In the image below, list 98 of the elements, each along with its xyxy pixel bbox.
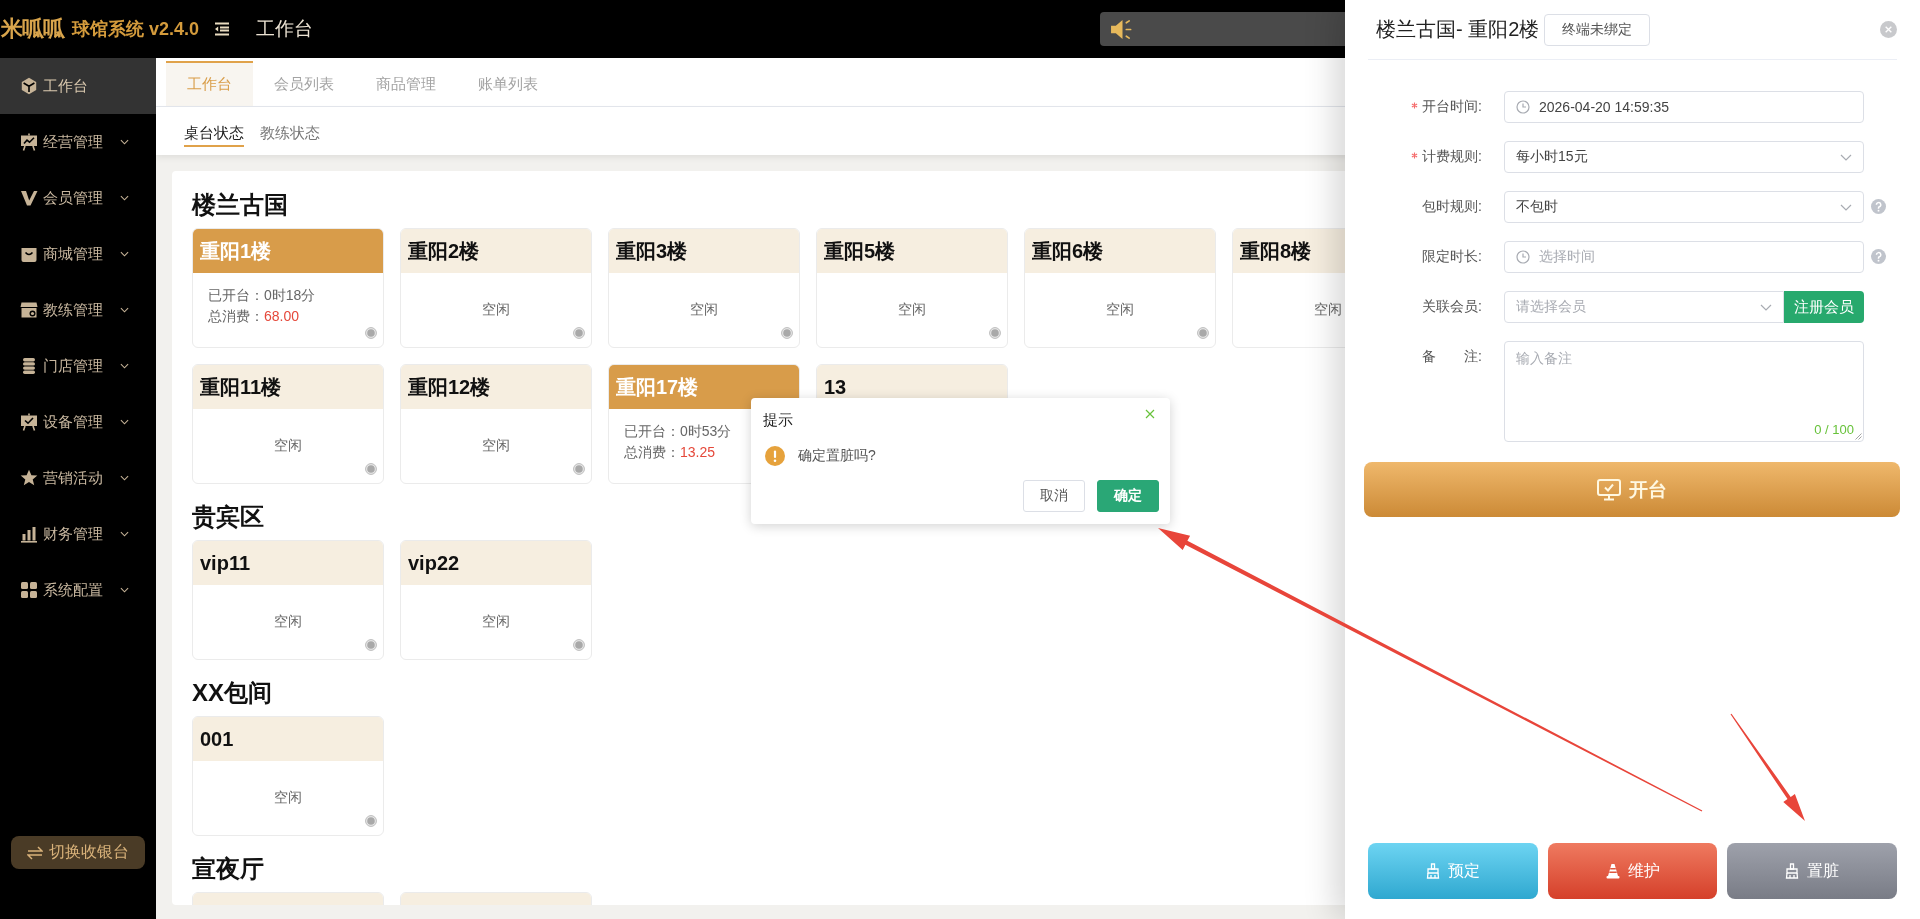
table-card[interactable]: 重阳1楼 已开台：0时18分 总消费：68.00 — [192, 228, 384, 348]
sidebar-item[interactable]: 门店管理 — [0, 338, 156, 394]
cube-icon — [20, 77, 38, 95]
resize-handle-icon[interactable] — [1855, 433, 1862, 440]
status-text: 空闲 — [1314, 301, 1342, 319]
field-label: 包时规则: — [1422, 198, 1482, 216]
card-header: vip22 — [401, 541, 591, 585]
drawer-title: 楼兰古国- 重阳2楼 — [1376, 17, 1540, 42]
select-field[interactable]: 不包时 — [1504, 191, 1864, 223]
app-title: 球馆系统 v2.4.0 — [72, 18, 200, 41]
status-text: 空闲 — [482, 437, 510, 455]
field-label: 限定时长: — [1422, 248, 1482, 266]
status-text: 空闲 — [274, 613, 302, 631]
table-card[interactable]: 重阳2楼 空闲 — [400, 228, 592, 348]
table-card[interactable]: 重阳12楼 空闲 — [400, 364, 592, 484]
board-check-icon — [20, 413, 38, 431]
table-card[interactable]: 重阳6楼 空闲 — [1024, 228, 1216, 348]
sidebar-item[interactable]: 营销活动 — [0, 450, 156, 506]
card-header: 001 — [193, 717, 383, 761]
chevron-down-icon — [1840, 203, 1852, 211]
sub-tab[interactable]: 教练状态 — [260, 119, 320, 147]
status-text: 空闲 — [690, 301, 718, 319]
monitor-check-icon — [1597, 478, 1621, 501]
card-detail: 总消费：13.25 — [624, 443, 716, 462]
close-icon[interactable] — [1145, 409, 1155, 419]
bar-chart-icon — [20, 525, 38, 543]
clock-icon — [1516, 100, 1530, 114]
logo: 米呱呱 — [1, 15, 64, 43]
table-card[interactable]: vip22 空闲 — [400, 540, 592, 660]
card-header: 重阳17楼 — [609, 365, 799, 409]
menu-collapse-icon[interactable] — [214, 22, 231, 36]
storefront-icon — [20, 301, 38, 319]
table-card[interactable]: 重阳3楼 空闲 — [608, 228, 800, 348]
field-label: 开台时间: — [1422, 98, 1482, 116]
card-detail: 总消费：68.00 — [208, 307, 300, 326]
popover-message: 确定置脏吗? — [798, 447, 876, 465]
char-counter: 0 / 100 — [1814, 422, 1854, 437]
card-detail: 已开台：0时53分 — [624, 422, 732, 441]
time-picker-field[interactable]: 2026-04-20 14:59:35 — [1504, 91, 1864, 123]
v-shape-icon — [20, 189, 38, 207]
close-icon[interactable] — [1880, 21, 1897, 38]
coin-stack-icon — [20, 357, 38, 375]
status-text: 空闲 — [274, 437, 302, 455]
star-icon — [20, 469, 38, 487]
card-header: 重阳1楼 — [193, 229, 383, 273]
chevron-down-icon — [1840, 153, 1852, 161]
easel-chart-icon — [20, 133, 38, 151]
card-header: 重阳11楼 — [193, 365, 383, 409]
sidebar-item[interactable]: 财务管理 — [0, 506, 156, 562]
sidebar-item[interactable]: 经营管理 — [0, 114, 156, 170]
section-title: 楼兰古国 — [192, 190, 288, 220]
section-title: 贵宾区 — [192, 502, 264, 532]
section-title: XX包间 — [192, 678, 272, 708]
field-label: 关联会员: — [1422, 298, 1482, 316]
swap-arrows-icon — [27, 845, 43, 860]
sidebar-item[interactable]: 系统配置 — [0, 562, 156, 618]
card-header: 重阳5楼 — [817, 229, 1007, 273]
status-text: 空闲 — [898, 301, 926, 319]
card-header: 重阳2楼 — [401, 229, 591, 273]
card-header: 重阳6楼 — [1025, 229, 1215, 273]
status-tag: 终端未绑定 — [1544, 13, 1651, 46]
table-card[interactable]: 重阳11楼 空闲 — [192, 364, 384, 484]
shopping-bag-icon — [20, 245, 38, 263]
traffic-cone-icon — [1605, 863, 1620, 879]
cancel-button[interactable]: 取消 — [1023, 480, 1085, 512]
card-header: vip11 — [193, 541, 383, 585]
card-header: 重阳3楼 — [609, 229, 799, 273]
status-text: 空闲 — [1106, 301, 1134, 319]
status-text: 空闲 — [482, 613, 510, 631]
grid-icon — [20, 581, 38, 599]
warning-icon — [765, 446, 785, 466]
brush-icon — [1785, 863, 1800, 879]
table-card[interactable]: vip11 空闲 — [192, 540, 384, 660]
help-icon[interactable] — [1871, 199, 1886, 214]
field-label: 计费规则: — [1422, 148, 1482, 166]
chevron-down-icon — [1760, 303, 1772, 311]
help-icon[interactable] — [1871, 249, 1886, 264]
card-detail: 已开台：0时18分 — [208, 286, 316, 305]
sub-tab[interactable]: 桌台状态 — [184, 119, 244, 147]
status-text: 空闲 — [482, 301, 510, 319]
popover-title: 提示 — [763, 410, 793, 430]
table-card[interactable]: 重阳5楼 空闲 — [816, 228, 1008, 348]
brush-icon — [1425, 863, 1440, 879]
sidebar-item[interactable]: 会员管理 — [0, 170, 156, 226]
status-text: 空闲 — [274, 789, 302, 807]
sidebar-item[interactable]: 商城管理 — [0, 226, 156, 282]
switch-cashier-button[interactable]: 切换收银台 — [11, 836, 145, 869]
sidebar-item[interactable]: 教练管理 — [0, 282, 156, 338]
card-header: 重阳12楼 — [401, 365, 591, 409]
sidebar-item[interactable]: 工作台 — [0, 58, 156, 114]
field-label: 备 注: — [1422, 348, 1482, 366]
table-card[interactable]: 001 空闲 — [192, 716, 384, 836]
page-title: 工作台 — [256, 17, 314, 41]
select-field[interactable]: 每小时15元 — [1504, 141, 1864, 173]
sidebar-item[interactable]: 设备管理 — [0, 394, 156, 450]
section-title: 宣夜厅 — [192, 854, 264, 884]
maintenance-button[interactable]: 维护 — [1547, 843, 1718, 899]
clock-icon — [1516, 250, 1530, 264]
